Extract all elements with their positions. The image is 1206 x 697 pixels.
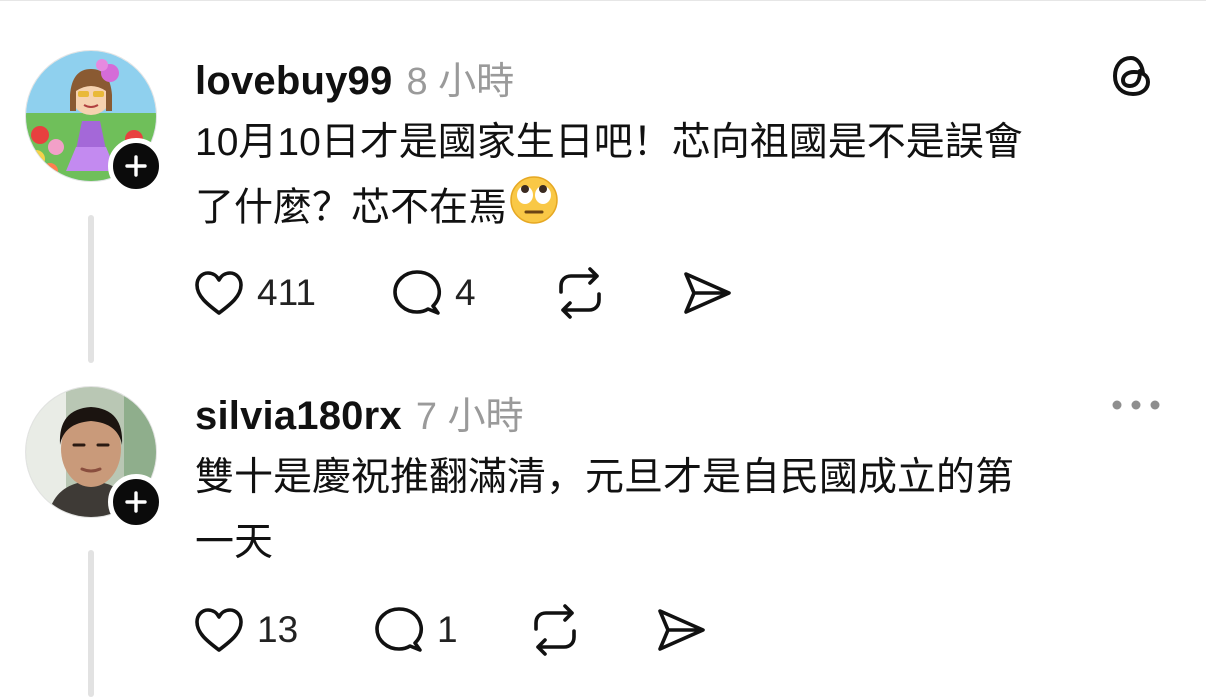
thread-line	[88, 550, 94, 697]
reply-count: 4	[455, 272, 476, 313]
post-text-line: 一天	[195, 521, 274, 564]
share-button[interactable]	[680, 266, 734, 320]
post-header: lovebuy99 8 小時	[195, 50, 514, 105]
like-count: 411	[257, 272, 316, 313]
repost-icon	[559, 267, 601, 319]
post-text: 雙十是慶祝推翻滿清，元旦才是自民國成立的第 一天	[195, 445, 1155, 575]
more-options-icon[interactable]	[1110, 398, 1162, 417]
like-count: 13	[257, 609, 299, 650]
post-header: silvia180rx 7 小時	[195, 385, 524, 440]
like-button[interactable]: 13	[193, 603, 298, 657]
like-button[interactable]: 411	[193, 266, 316, 320]
post-text-line: 10月10日才是國家生日吧！芯向祖國是不是誤會	[195, 121, 1023, 164]
username[interactable]: silvia180rx	[195, 394, 402, 439]
comment-icon	[393, 270, 442, 315]
post-text-line: 了什麼？芯不在焉	[195, 186, 508, 230]
reply-button[interactable]: 1	[373, 603, 458, 657]
timestamp: 8 小時	[406, 61, 515, 103]
plus-icon	[125, 155, 147, 177]
threads-logo-icon	[1108, 51, 1158, 106]
repost-icon	[534, 604, 576, 656]
reply-post: lovebuy99 8 小時 10月10日才是國家生日吧！芯向祖國是不是誤會 了…	[0, 0, 1206, 365]
send-icon	[684, 272, 731, 314]
send-icon	[658, 609, 705, 651]
reply-button[interactable]: 4	[391, 266, 476, 320]
reply-post: silvia180rx 7 小時 雙十是慶祝推翻滿清，元旦才是自民國成立的第 一…	[0, 365, 1206, 697]
post-text: 10月10日才是國家生日吧！芯向祖國是不是誤會 了什麼？芯不在焉	[195, 110, 1155, 245]
rolling-eyes-emoji-icon	[509, 175, 559, 245]
share-button[interactable]	[654, 603, 708, 657]
post-text-line: 雙十是慶祝推翻滿清，元旦才是自民國成立的第	[195, 456, 1015, 499]
author-avatar-group[interactable]	[25, 50, 164, 194]
thread-line	[88, 215, 94, 363]
reply-count: 1	[437, 609, 458, 650]
repost-button[interactable]	[528, 603, 582, 657]
plus-icon	[125, 491, 147, 513]
follow-button[interactable]	[108, 138, 164, 194]
follow-button[interactable]	[108, 474, 164, 530]
heart-icon	[195, 271, 243, 315]
username[interactable]: lovebuy99	[195, 59, 392, 104]
comment-icon	[375, 607, 424, 652]
author-avatar-group[interactable]	[25, 386, 164, 530]
repost-button[interactable]	[553, 266, 607, 320]
heart-icon	[195, 608, 243, 652]
timestamp: 7 小時	[415, 396, 524, 438]
